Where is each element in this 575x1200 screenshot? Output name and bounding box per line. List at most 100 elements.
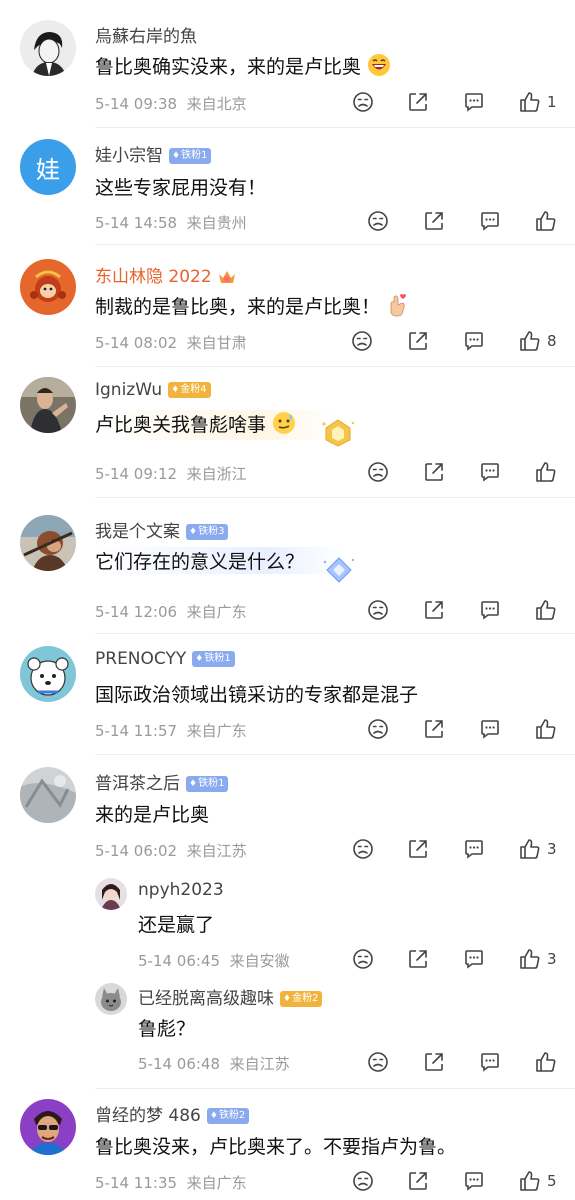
share-icon xyxy=(409,332,427,350)
share-button[interactable] xyxy=(423,1051,445,1073)
dislike-button[interactable] xyxy=(367,599,389,621)
reply-button[interactable] xyxy=(479,599,501,621)
reply-button[interactable] xyxy=(479,210,501,232)
divider xyxy=(95,754,575,755)
username[interactable]: IgnizWu ♦金粉4 xyxy=(95,380,211,400)
username[interactable]: PRENOCYY ♦铁粉1 xyxy=(95,649,235,669)
comment-date: 5-14 08:02 xyxy=(95,334,178,352)
avatar[interactable] xyxy=(20,259,76,315)
share-button[interactable] xyxy=(423,718,445,740)
comment-text-content: 制裁的是鲁比奥，来的是卢比奥！ xyxy=(95,296,381,318)
share-button[interactable] xyxy=(407,948,429,970)
comment-location: 来自北京 xyxy=(186,95,247,113)
reply-button[interactable] xyxy=(463,1170,485,1192)
reply-text: 鲁彪？ xyxy=(138,1018,196,1040)
action-bar xyxy=(367,461,557,483)
reply-action-bar xyxy=(367,1051,557,1073)
username[interactable]: 东山林隐 2022 xyxy=(95,262,237,291)
comment-text: 鲁比奥确实没来，来的是卢比奥 xyxy=(95,52,391,82)
username-text: 普洱茶之后 xyxy=(95,774,180,794)
action-bar: 5 xyxy=(352,1170,557,1192)
divider xyxy=(95,127,575,128)
reply-button[interactable] xyxy=(463,91,485,113)
dislike-icon xyxy=(353,92,373,112)
reply-button[interactable] xyxy=(479,1051,501,1073)
dislike-button[interactable] xyxy=(352,948,374,970)
avatar[interactable] xyxy=(20,377,76,433)
reply-avatar[interactable] xyxy=(95,983,127,1015)
dislike-button[interactable] xyxy=(352,838,374,860)
like-button[interactable]: 1 xyxy=(519,91,557,113)
username[interactable]: 普洱茶之后 ♦铁粉1 xyxy=(95,769,229,794)
comment-location: 来自贵州 xyxy=(186,214,247,232)
fan-badge: ♦铁粉1 xyxy=(192,651,235,667)
reply-username[interactable]: npyh2023 xyxy=(138,880,224,900)
comment-icon xyxy=(465,1172,483,1191)
comment-location: 来自广东 xyxy=(186,722,247,740)
username-text: 曾经的梦 486 xyxy=(95,1106,201,1126)
username[interactable]: 烏蘇右岸的魚 xyxy=(95,22,197,47)
dislike-button[interactable] xyxy=(367,461,389,483)
like-button[interactable] xyxy=(535,718,557,740)
like-button[interactable]: 5 xyxy=(519,1170,557,1192)
share-icon xyxy=(425,1053,443,1071)
avatar[interactable] xyxy=(20,20,76,76)
blue-gem-decoration-icon xyxy=(322,555,356,589)
username[interactable]: 我是个文案 ♦铁粉3 xyxy=(95,517,229,542)
avatar[interactable]: 娃 xyxy=(20,139,76,195)
like-icon xyxy=(536,211,556,231)
comment-text: 鲁比奥没来，卢比奥来了。不要指卢为鲁。 xyxy=(95,1136,457,1158)
dislike-button[interactable] xyxy=(367,210,389,232)
like-button[interactable] xyxy=(535,210,557,232)
like-button[interactable] xyxy=(535,461,557,483)
gold-gem-decoration-icon xyxy=(320,418,356,452)
fan-badge: ♦铁粉1 xyxy=(186,776,229,792)
username-text: 娃小宗智 xyxy=(95,146,163,166)
like-count: 3 xyxy=(547,840,557,858)
reply-username[interactable]: 已经脱离高级趣味 ♦金粉2 xyxy=(138,984,323,1009)
share-button[interactable] xyxy=(407,1170,429,1192)
avatar[interactable] xyxy=(20,1099,76,1155)
share-button[interactable] xyxy=(407,91,429,113)
share-button[interactable] xyxy=(423,210,445,232)
fan-badge: ♦金粉4 xyxy=(168,382,211,398)
divider xyxy=(95,244,575,245)
like-button[interactable] xyxy=(535,1051,557,1073)
like-button[interactable]: 3 xyxy=(519,948,557,970)
username[interactable]: 娃小宗智 ♦铁粉1 xyxy=(95,141,212,166)
action-bar: 3 xyxy=(352,838,557,860)
dislike-button[interactable] xyxy=(351,330,373,352)
reply-button[interactable] xyxy=(479,461,501,483)
share-button[interactable] xyxy=(407,330,429,352)
reply-avatar[interactable] xyxy=(95,878,127,910)
dislike-button[interactable] xyxy=(367,718,389,740)
dislike-button[interactable] xyxy=(367,1051,389,1073)
share-button[interactable] xyxy=(423,461,445,483)
reply-text: 还是赢了 xyxy=(138,914,215,936)
dislike-button[interactable] xyxy=(352,91,374,113)
like-button[interactable] xyxy=(535,599,557,621)
comment-date: 5-14 12:06 xyxy=(95,603,178,621)
avatar[interactable] xyxy=(20,646,76,702)
avatar[interactable] xyxy=(20,515,76,571)
comment-date: 5-14 09:38 xyxy=(95,95,178,113)
like-button[interactable]: 8 xyxy=(519,330,557,352)
dislike-icon xyxy=(353,839,373,859)
like-icon xyxy=(520,331,540,351)
fan-badge: ♦铁粉1 xyxy=(169,148,212,164)
dislike-button[interactable] xyxy=(352,1170,374,1192)
like-button[interactable]: 3 xyxy=(519,838,557,860)
reply-button[interactable] xyxy=(463,838,485,860)
share-icon xyxy=(425,212,443,230)
reply-button[interactable] xyxy=(463,330,485,352)
reply-button[interactable] xyxy=(463,948,485,970)
reply-button[interactable] xyxy=(479,718,501,740)
share-button[interactable] xyxy=(407,838,429,860)
comment-text: 来的是卢比奥 xyxy=(95,804,210,826)
comment-meta: 5-14 09:12 来自浙江 xyxy=(95,463,247,484)
username[interactable]: 曾经的梦 486 ♦铁粉2 xyxy=(95,1101,250,1126)
avatar[interactable] xyxy=(20,767,76,823)
dislike-icon xyxy=(353,949,373,969)
share-button[interactable] xyxy=(423,599,445,621)
like-icon xyxy=(520,92,540,112)
